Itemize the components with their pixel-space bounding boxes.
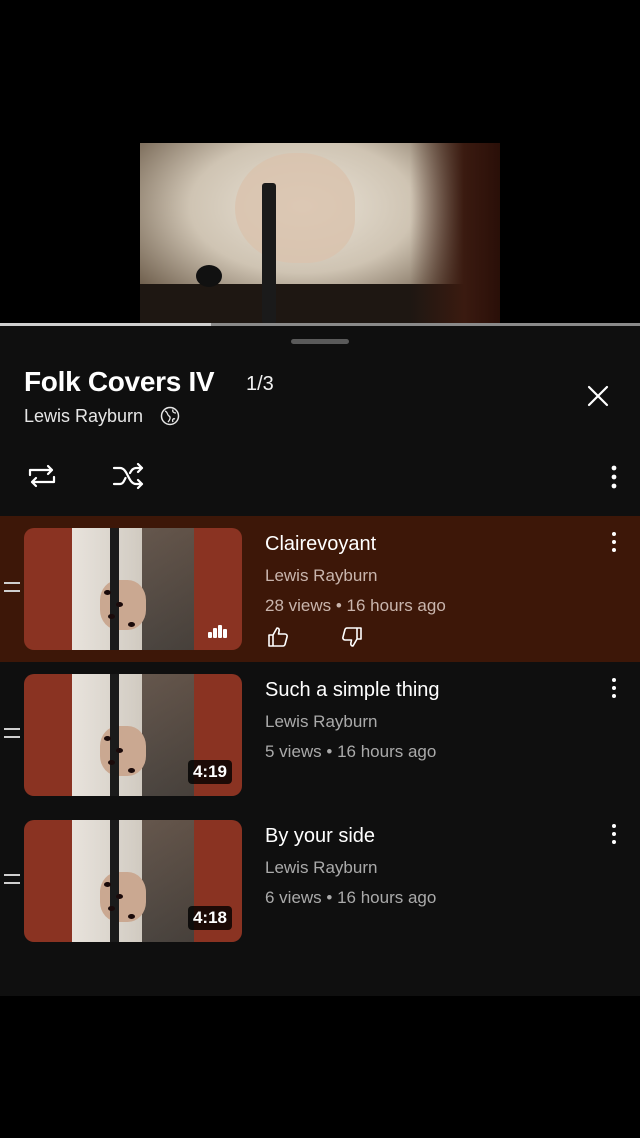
video-thumbnail[interactable]: 4:18 xyxy=(24,820,242,942)
drag-handle-icon[interactable] xyxy=(4,728,20,742)
video-thumbnail[interactable] xyxy=(24,528,242,650)
more-vertical-icon[interactable] xyxy=(604,530,624,554)
video-title[interactable]: Clairevoyant xyxy=(265,533,376,556)
thumbnail-hand xyxy=(100,726,146,776)
video-duration: 4:18 xyxy=(187,906,232,930)
thumbnail-mic-stand xyxy=(110,820,119,942)
thumbnail-sleeve xyxy=(142,820,194,942)
equalizer-icon xyxy=(208,624,228,638)
video-mic-stand xyxy=(262,183,276,324)
video-player[interactable] xyxy=(0,0,640,326)
more-vertical-icon[interactable] xyxy=(604,462,624,492)
playlist-item[interactable]: 4:19 Such a simple thing Lewis Rayburn 5… xyxy=(0,662,640,808)
video-shadow xyxy=(410,143,500,324)
video-hand xyxy=(235,153,355,263)
thumbs-up-icon[interactable] xyxy=(266,625,290,649)
video-channel: Lewis Rayburn xyxy=(265,566,378,585)
playlist-item[interactable]: 4:18 By your side Lewis Rayburn 6 views … xyxy=(0,808,640,954)
thumbnail-hand xyxy=(100,872,146,922)
more-vertical-icon[interactable] xyxy=(604,822,624,846)
thumbnail-mic-stand xyxy=(110,528,119,650)
video-thumbnail[interactable]: 4:19 xyxy=(24,674,242,796)
video-duration: 4:19 xyxy=(187,760,232,784)
video-title[interactable]: By your side xyxy=(265,825,375,848)
thumbs-down-icon[interactable] xyxy=(340,625,364,649)
video-meta: 6 views • 16 hours ago xyxy=(265,888,437,907)
playlist-panel: Folk Covers IV 1/3 Lewis Rayburn Clairev… xyxy=(0,326,640,996)
close-icon[interactable] xyxy=(584,382,612,410)
more-vertical-icon[interactable] xyxy=(604,676,624,700)
playlist-item-now-playing[interactable]: Clairevoyant Lewis Rayburn 28 views • 16… xyxy=(0,516,640,662)
thumbnail-hand xyxy=(100,580,146,630)
globe-icon xyxy=(160,406,180,426)
drag-handle-icon[interactable] xyxy=(4,874,20,888)
video-knob xyxy=(196,265,222,287)
video-frame[interactable] xyxy=(140,143,500,324)
video-meta: 28 views • 16 hours ago xyxy=(265,596,446,615)
thumbnail-sleeve xyxy=(142,528,194,650)
thumbnail-mic-stand xyxy=(110,674,119,796)
playlist-title: Folk Covers IV xyxy=(24,366,215,397)
video-channel: Lewis Rayburn xyxy=(265,858,378,877)
video-title[interactable]: Such a simple thing xyxy=(265,679,440,702)
video-channel: Lewis Rayburn xyxy=(265,712,378,731)
video-meta: 5 views • 16 hours ago xyxy=(265,742,437,761)
playlist-owner[interactable]: Lewis Rayburn xyxy=(24,406,143,427)
thumbnail-sleeve xyxy=(142,674,194,796)
loop-icon[interactable] xyxy=(24,458,60,494)
playlist-position: 1/3 xyxy=(246,373,274,395)
drag-handle-icon[interactable] xyxy=(4,582,20,596)
shuffle-icon[interactable] xyxy=(110,458,146,494)
drag-handle-bar[interactable] xyxy=(291,339,349,344)
